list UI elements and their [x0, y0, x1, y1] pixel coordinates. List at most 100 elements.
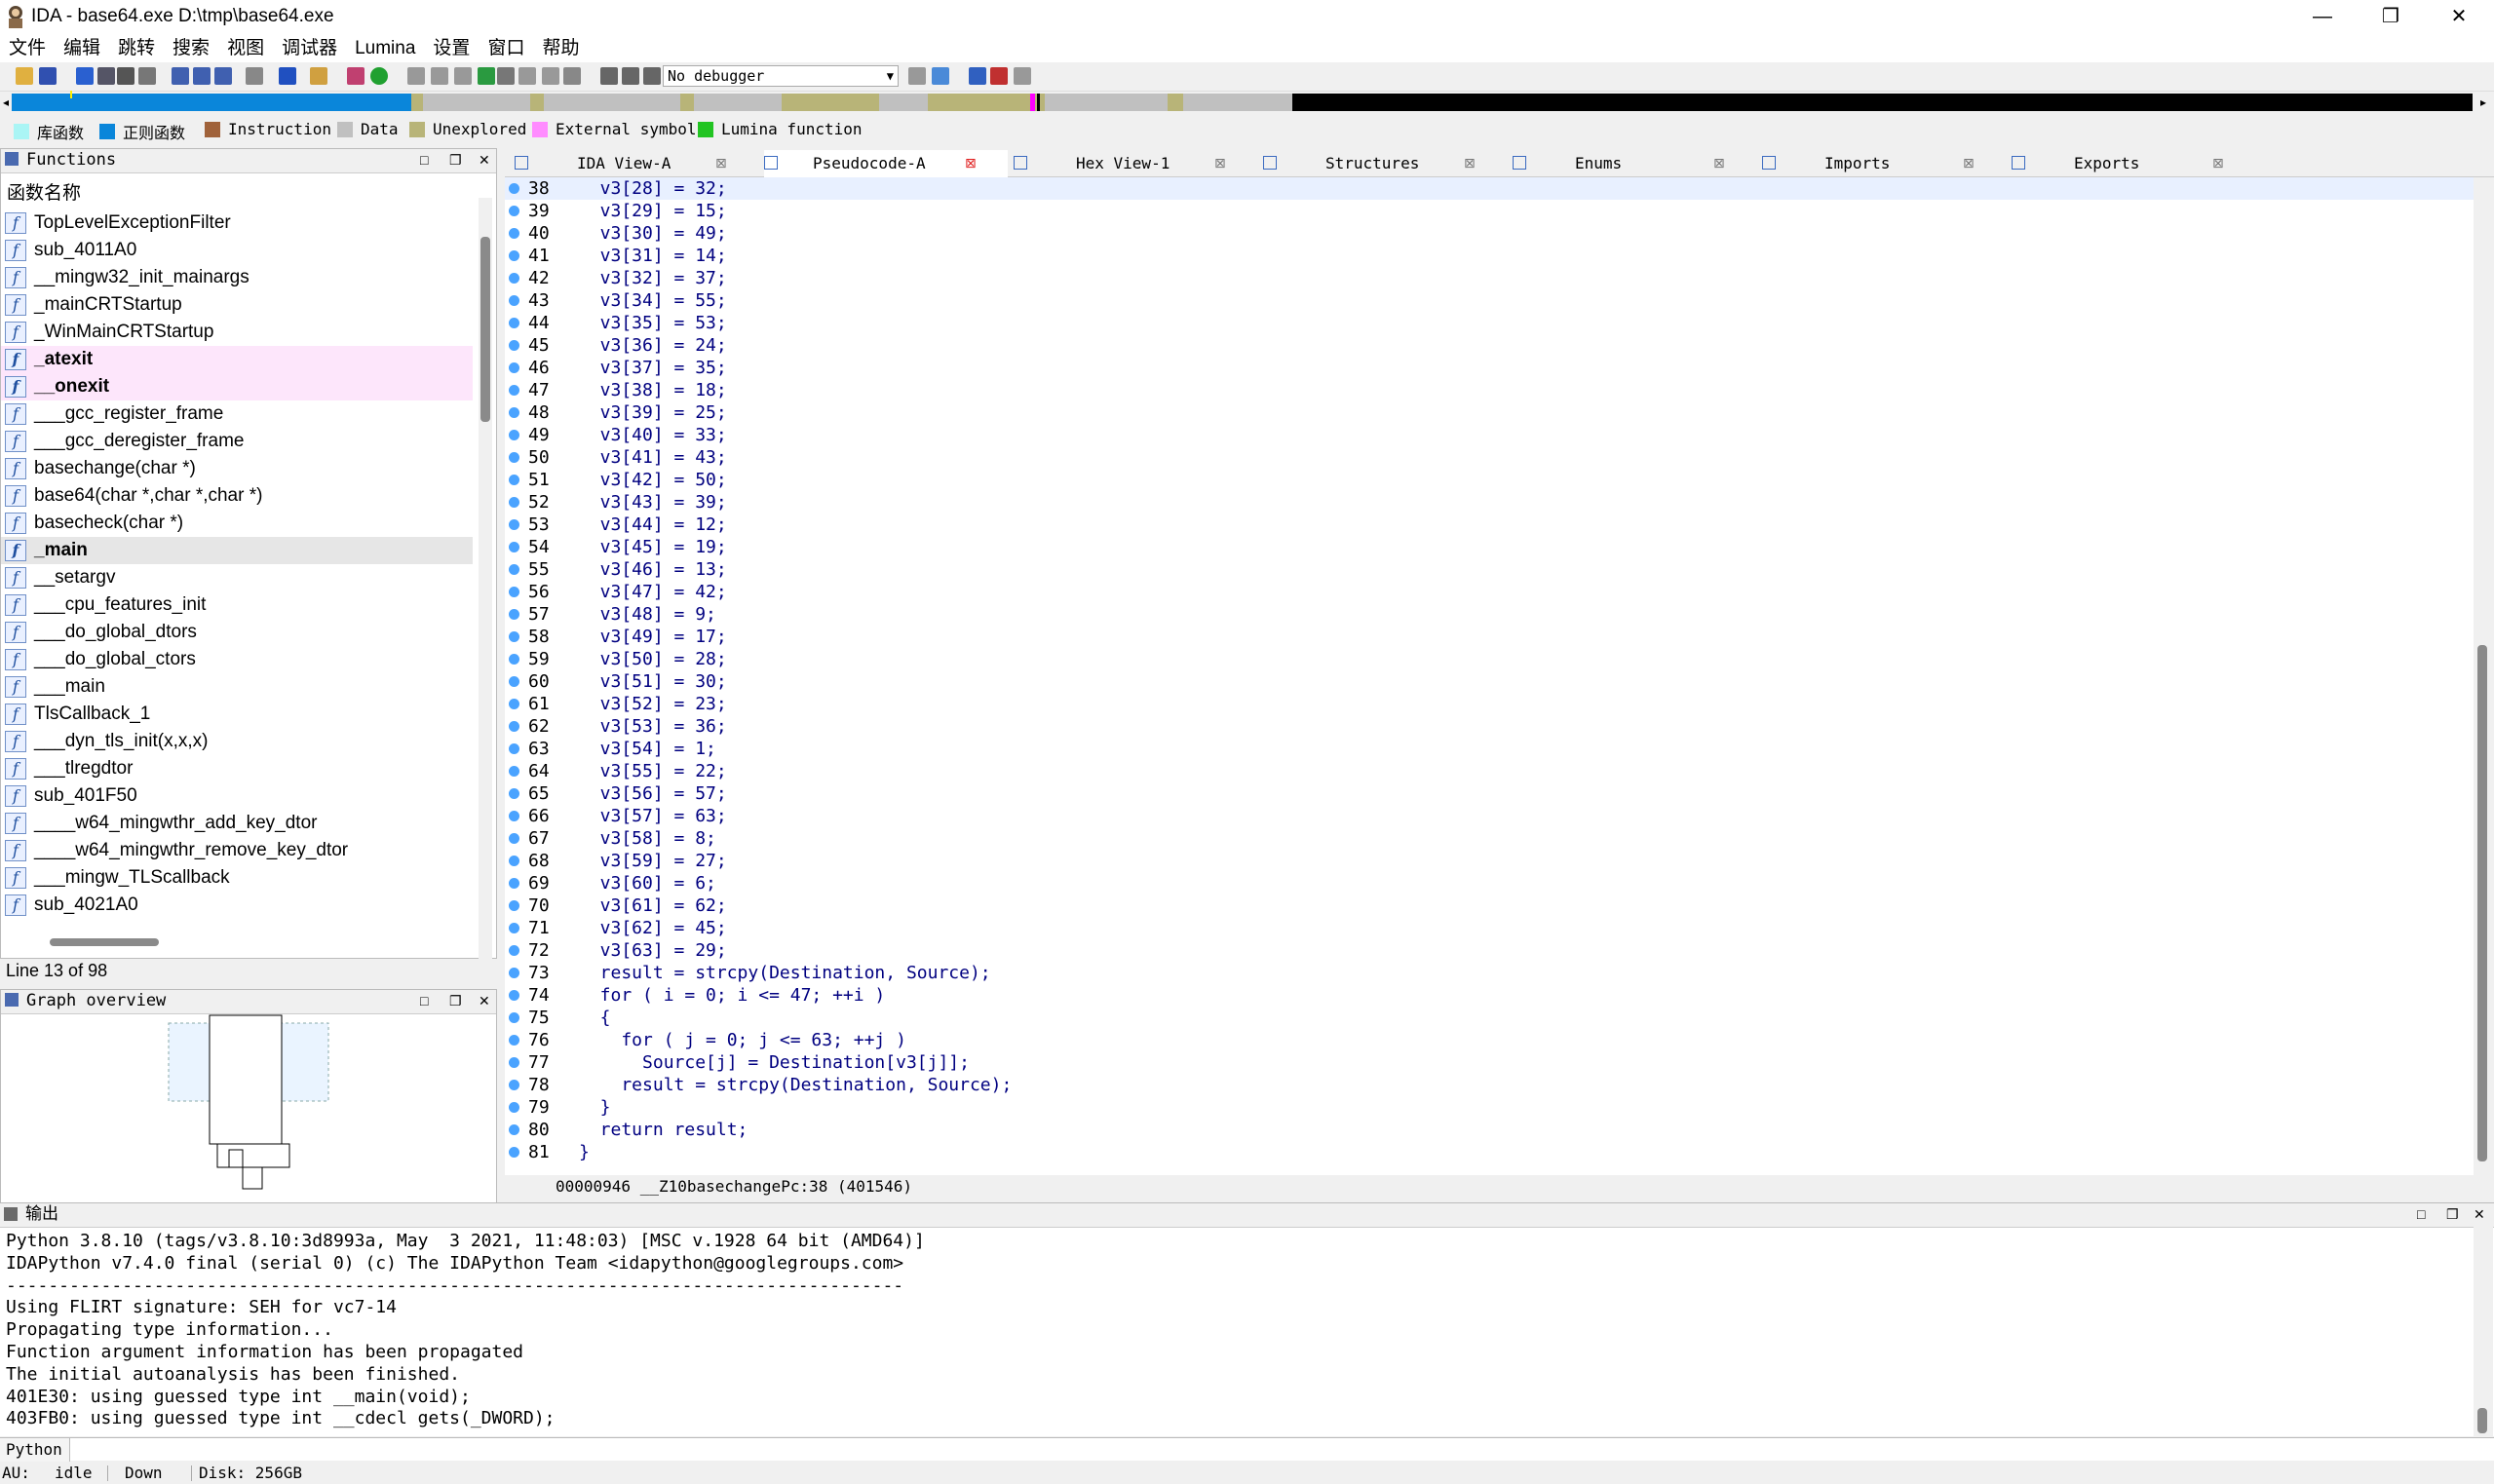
pseudocode-view[interactable]: 38 v3[28] = 32; 39 v3[29] = 15; 40 v3[30] …	[505, 177, 2474, 1175]
pause-icon[interactable]	[622, 67, 639, 85]
switch-debugger-icon[interactable]	[932, 67, 949, 85]
line-marker-icon[interactable]	[509, 587, 519, 597]
save-icon[interactable]	[39, 67, 57, 85]
line-marker-icon[interactable]	[509, 183, 519, 194]
menu-search[interactable]: 搜索	[164, 35, 218, 62]
attach-icon[interactable]	[908, 67, 926, 85]
line-marker-icon[interactable]	[509, 452, 519, 463]
function-list-item[interactable]: f ___dyn_tls_init(x,x,x)	[1, 728, 473, 755]
restore-icon[interactable]: ❐	[449, 149, 462, 171]
navigation-band[interactable]	[12, 91, 2473, 111]
code-line[interactable]: 72 v3[63] = 29;	[505, 939, 2474, 962]
code-line[interactable]: 46 v3[37] = 35;	[505, 357, 2474, 379]
line-marker-icon[interactable]	[509, 968, 519, 978]
patch-icon[interactable]	[478, 67, 495, 85]
code-line[interactable]: 58 v3[49] = 17;	[505, 626, 2474, 648]
start-debugger-icon[interactable]	[600, 67, 618, 85]
close-icon[interactable]: ✕	[479, 990, 490, 1011]
menu-view[interactable]: 视图	[218, 35, 273, 62]
binary-search-icon[interactable]	[172, 67, 189, 85]
code-line[interactable]: 54 v3[45] = 19;	[505, 536, 2474, 558]
scroll-thumb[interactable]	[480, 237, 490, 422]
function-list-item[interactable]: f _main	[1, 537, 473, 564]
function-list-item[interactable]: f ____w64_mingwthr_remove_key_dtor	[1, 837, 473, 864]
line-marker-icon[interactable]	[509, 743, 519, 754]
line-marker-icon[interactable]	[509, 878, 519, 889]
undefine-icon[interactable]	[518, 67, 536, 85]
delete-icon[interactable]	[563, 67, 581, 85]
function-list-item[interactable]: f ____w64_mingwthr_add_key_dtor	[1, 810, 473, 837]
tab-enums[interactable]: Enums ⊠	[1513, 150, 1756, 177]
function-list-item[interactable]: f _WinMainCRTStartup	[1, 319, 473, 346]
function-list-item[interactable]: f ___cpu_features_init	[1, 591, 473, 619]
line-marker-icon[interactable]	[509, 721, 519, 732]
menu-windows[interactable]: 窗口	[479, 35, 533, 62]
line-marker-icon[interactable]	[509, 1057, 519, 1068]
line-marker-icon[interactable]	[509, 654, 519, 665]
trace-icon[interactable]	[1014, 67, 1031, 85]
breakpoint-list-icon[interactable]	[969, 67, 986, 85]
code-line[interactable]: 74 for ( i = 0; i <= 47; ++i )	[505, 984, 2474, 1007]
line-marker-icon[interactable]	[509, 856, 519, 866]
code-line[interactable]: 69 v3[60] = 6;	[505, 872, 2474, 894]
functions-vscrollbar[interactable]	[479, 198, 492, 1081]
tab-close-icon[interactable]: ⊠	[1464, 150, 1476, 177]
line-marker-icon[interactable]	[509, 990, 519, 1001]
tab-close-icon[interactable]: ⊠	[715, 150, 727, 177]
functions-hscroll-thumb[interactable]	[50, 938, 159, 946]
breakpoint-icon[interactable]	[990, 67, 1008, 85]
back-arrow-icon[interactable]	[76, 67, 94, 85]
tab-close-icon[interactable]: ⊠	[1214, 150, 1226, 177]
code-line[interactable]: 70 v3[61] = 62;	[505, 894, 2474, 917]
menu-debugger[interactable]: 调试器	[273, 35, 346, 62]
code-line[interactable]: 45 v3[36] = 24;	[505, 334, 2474, 357]
tab-imports[interactable]: Imports ⊠	[1762, 150, 2006, 177]
code-line[interactable]: 64 v3[55] = 22;	[505, 760, 2474, 782]
menu-lumina[interactable]: Lumina	[346, 35, 424, 62]
code-line[interactable]: 65 v3[56] = 57;	[505, 782, 2474, 805]
line-marker-icon[interactable]	[509, 564, 519, 575]
code-line[interactable]: 57 v3[48] = 9;	[505, 603, 2474, 626]
function-list-item[interactable]: f ___do_global_ctors	[1, 646, 473, 673]
menu-file[interactable]: 文件	[0, 35, 55, 62]
graph-overview-canvas[interactable]	[1, 1013, 496, 1204]
line-marker-icon[interactable]	[509, 1080, 519, 1090]
line-marker-icon[interactable]	[509, 699, 519, 709]
function-list-item[interactable]: f base64(char *,char *,char *)	[1, 482, 473, 510]
line-marker-icon[interactable]	[509, 497, 519, 508]
code-line[interactable]: 78 result = strcpy(Destination, Source);	[505, 1074, 2474, 1096]
code-line[interactable]: 44 v3[35] = 53;	[505, 312, 2474, 334]
close-button[interactable]: ✕	[2425, 0, 2493, 35]
code-line[interactable]: 52 v3[43] = 39;	[505, 491, 2474, 514]
line-marker-icon[interactable]	[509, 945, 519, 956]
code-line[interactable]: 47 v3[38] = 18;	[505, 379, 2474, 401]
minimize-button[interactable]: —	[2288, 0, 2357, 35]
line-marker-icon[interactable]	[509, 385, 519, 396]
tab-close-icon[interactable]: ⊠	[2212, 150, 2224, 177]
function-list-item[interactable]: f TopLevelExceptionFilter	[1, 209, 473, 237]
function-list-item[interactable]: f _atexit	[1, 346, 473, 373]
script-icon[interactable]	[310, 67, 327, 85]
float-icon[interactable]: □	[2417, 1203, 2425, 1225]
patch-dropdown-icon[interactable]	[497, 67, 515, 85]
tab-close-icon[interactable]: ⊠	[1963, 150, 1975, 177]
output-vscrollbar[interactable]	[2474, 1227, 2493, 1437]
python-input[interactable]	[72, 1438, 2494, 1462]
code-line[interactable]: 79 }	[505, 1096, 2474, 1119]
line-marker-icon[interactable]	[509, 362, 519, 373]
code-vscrollbar[interactable]	[2474, 177, 2493, 1175]
forward-dropdown-icon[interactable]	[138, 67, 156, 85]
float-icon[interactable]: □	[420, 149, 428, 171]
code-line[interactable]: 49 v3[40] = 33;	[505, 424, 2474, 446]
forward-arrow-icon[interactable]	[117, 67, 134, 85]
line-marker-icon[interactable]	[509, 1102, 519, 1113]
down-arrow-icon[interactable]	[279, 67, 296, 85]
tab-pseudocode-a[interactable]: Pseudocode-A ⊠	[764, 150, 1008, 177]
line-marker-icon[interactable]	[509, 273, 519, 284]
code-line[interactable]: 41 v3[31] = 14;	[505, 245, 2474, 267]
open-icon[interactable]	[16, 67, 33, 85]
code-line[interactable]: 39 v3[29] = 15;	[505, 200, 2474, 222]
function-list-item[interactable]: f _mainCRTStartup	[1, 291, 473, 319]
stop-icon[interactable]	[643, 67, 661, 85]
function-list-item[interactable]: f ___mingw_TLScallback	[1, 864, 473, 892]
